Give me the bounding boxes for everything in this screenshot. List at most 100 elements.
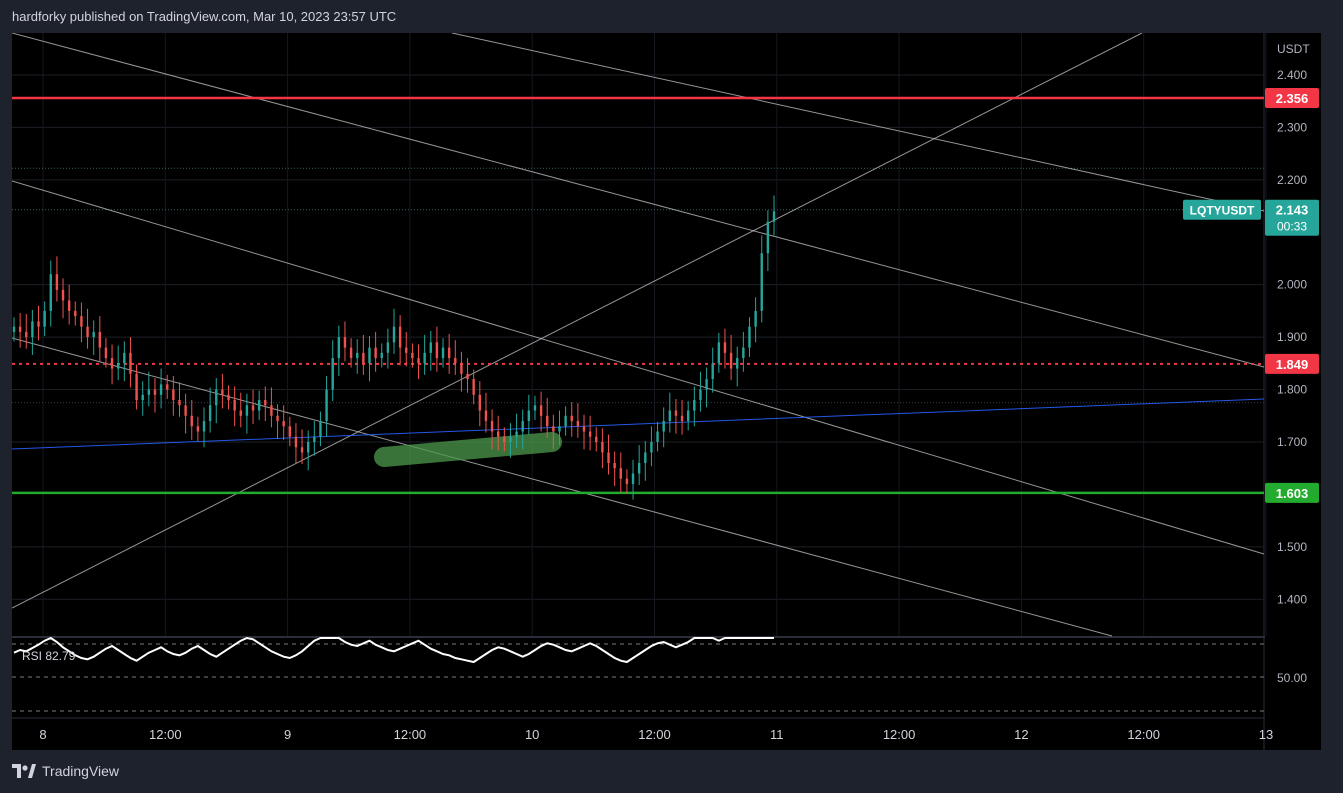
candle-body bbox=[264, 400, 267, 406]
candle-body bbox=[674, 410, 678, 416]
candle-body bbox=[288, 426, 292, 437]
x-tick-label: 12:00 bbox=[149, 727, 182, 742]
candle-body bbox=[257, 400, 261, 411]
candle-body bbox=[705, 379, 708, 390]
footer-brand: TradingView bbox=[42, 763, 120, 779]
candle-body bbox=[552, 426, 555, 432]
candle-body bbox=[637, 462, 641, 474]
y-tick-label: 1.500 bbox=[1277, 540, 1307, 554]
candle-body bbox=[662, 421, 665, 432]
candle-body bbox=[686, 410, 690, 422]
candle-body bbox=[141, 394, 144, 401]
currency-label: USDT bbox=[1277, 42, 1310, 56]
candle-body bbox=[18, 326, 22, 332]
candle-body bbox=[417, 358, 420, 364]
candle-body bbox=[644, 452, 647, 463]
candle-body bbox=[147, 389, 151, 395]
candle-body bbox=[772, 211, 776, 222]
candle-body bbox=[460, 363, 463, 374]
x-tick-label: 9 bbox=[284, 727, 291, 742]
candle-body bbox=[423, 352, 426, 364]
candle-body bbox=[67, 300, 71, 311]
candle-body bbox=[533, 405, 537, 411]
candle-body bbox=[92, 331, 95, 338]
candle-body bbox=[300, 447, 304, 453]
candle-body bbox=[447, 347, 451, 359]
candle-body bbox=[484, 410, 488, 422]
publisher-line: hardforky published on TradingView.com, … bbox=[12, 9, 397, 24]
candle-body bbox=[760, 253, 763, 311]
candle-body bbox=[625, 478, 629, 484]
y-tick-label: 1.800 bbox=[1277, 383, 1307, 397]
x-tick-label: 12:00 bbox=[638, 727, 671, 742]
level-value: 1.603 bbox=[1276, 486, 1309, 501]
candle-body bbox=[166, 384, 169, 390]
candle-body bbox=[282, 421, 285, 427]
price-chart[interactable]: 2.400 2.300 2.200 2.000 1.900 1.800 1.700 1.500… bbox=[12, 33, 1321, 750]
candle-body bbox=[564, 415, 567, 427]
candle-body bbox=[539, 405, 543, 416]
candle-body bbox=[478, 394, 482, 411]
chart-frame[interactable]: 2.400 2.300 2.200 2.000 1.900 1.800 1.700 1.500… bbox=[12, 33, 1321, 750]
x-tick-label: 13 bbox=[1259, 727, 1273, 742]
candle-body bbox=[362, 352, 365, 364]
last-price-value: 2.143 bbox=[1276, 203, 1309, 218]
candle-body bbox=[405, 347, 408, 353]
candle-body bbox=[233, 400, 236, 411]
x-tick-label: 12:00 bbox=[1127, 727, 1160, 742]
candle-body bbox=[356, 352, 359, 359]
candle-body bbox=[411, 352, 414, 359]
candle-body bbox=[601, 441, 604, 453]
candle-body bbox=[515, 431, 518, 437]
candle-body bbox=[466, 373, 469, 380]
candle-body bbox=[717, 342, 721, 364]
candle-body bbox=[110, 358, 114, 369]
candle-body bbox=[496, 431, 500, 437]
candle-body bbox=[319, 421, 322, 437]
candle-body bbox=[55, 274, 59, 290]
candle-body bbox=[159, 384, 163, 395]
candle-body bbox=[313, 436, 316, 442]
candle-body bbox=[374, 347, 377, 359]
candle-body bbox=[178, 400, 181, 406]
candle-body bbox=[306, 441, 310, 453]
candle-body bbox=[595, 436, 598, 442]
y-tick-label: 1.400 bbox=[1277, 592, 1307, 606]
x-tick-label: 12:00 bbox=[394, 727, 427, 742]
candle-body bbox=[619, 468, 622, 479]
candle-body bbox=[12, 326, 16, 332]
price-pane bbox=[12, 33, 1264, 636]
candle-body bbox=[349, 347, 353, 359]
candle-body bbox=[37, 321, 40, 327]
candle-body bbox=[742, 347, 745, 359]
candle-body bbox=[558, 426, 561, 432]
candle-body bbox=[723, 342, 727, 353]
candle-body bbox=[490, 421, 494, 432]
y-tick-label: 2.000 bbox=[1277, 278, 1307, 292]
candle-body bbox=[472, 379, 475, 395]
candle-body bbox=[582, 426, 586, 432]
candle-body bbox=[754, 310, 757, 327]
candle-body bbox=[368, 347, 371, 364]
candle-body bbox=[766, 221, 770, 254]
candle-body bbox=[245, 405, 249, 416]
candle-body bbox=[668, 410, 672, 422]
x-tick-label: 8 bbox=[39, 727, 46, 742]
y-tick-label: 1.700 bbox=[1277, 435, 1307, 449]
candle-body bbox=[172, 389, 175, 401]
candle-body bbox=[129, 352, 132, 374]
candle-body bbox=[251, 405, 255, 411]
candle-body bbox=[190, 415, 193, 427]
x-tick-label: 12:00 bbox=[883, 727, 916, 742]
candle-body bbox=[570, 415, 573, 422]
candle-body bbox=[221, 389, 224, 395]
candle-body bbox=[135, 373, 138, 401]
candle-body bbox=[680, 415, 684, 422]
candle-body bbox=[398, 326, 402, 348]
candle-body bbox=[202, 421, 206, 432]
candle-body bbox=[546, 415, 549, 427]
candle-body bbox=[576, 421, 580, 427]
candle-body bbox=[736, 358, 739, 369]
candle-body bbox=[49, 274, 52, 311]
candle-body bbox=[521, 421, 524, 432]
